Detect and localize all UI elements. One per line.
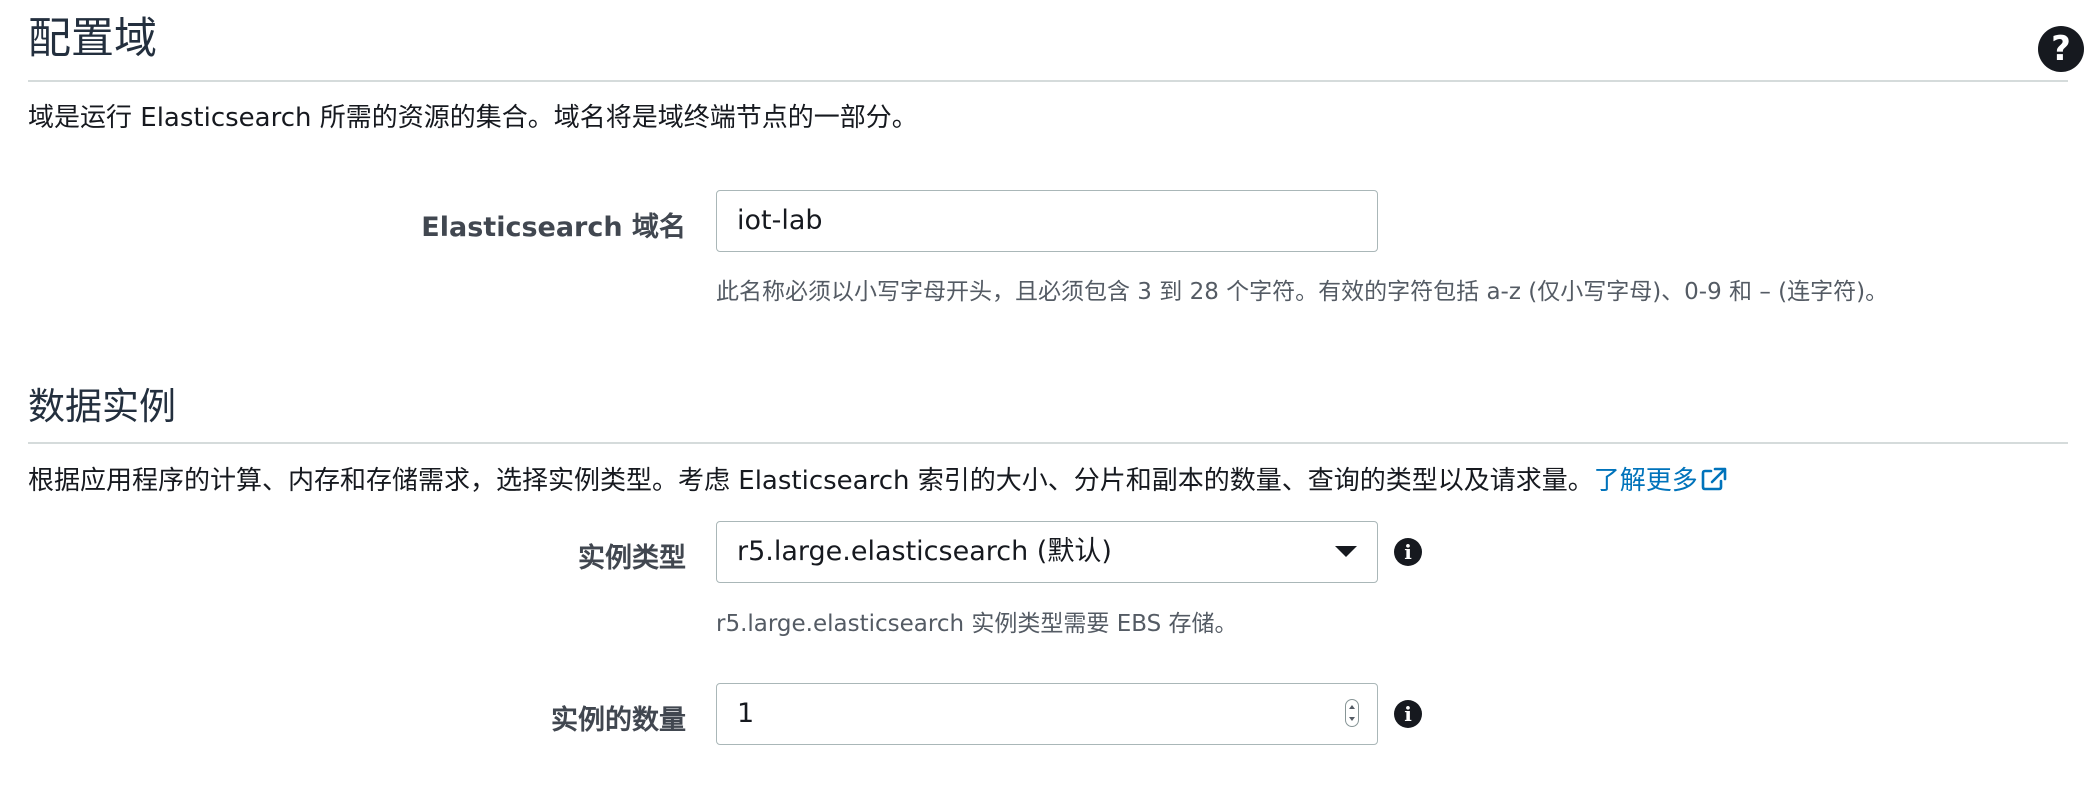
info-icon[interactable]: i bbox=[1394, 538, 1422, 566]
instance-type-select[interactable]: r5.large.elasticsearch (默认) bbox=[716, 521, 1378, 583]
domain-name-hint: 此名称必须以小写字母开头，且必须包含 3 到 28 个字符。有效的字符包括 a-… bbox=[716, 279, 1889, 305]
domain-name-input[interactable]: iot-lab bbox=[716, 190, 1378, 252]
caret-down-icon bbox=[1335, 546, 1357, 557]
help-icon[interactable]: ? bbox=[2038, 26, 2084, 72]
instance-type-label: 实例类型 bbox=[578, 543, 686, 574]
data-instances-title: 数据实例 bbox=[28, 385, 176, 428]
configure-domain-description: 域是运行 Elasticsearch 所需的资源的集合。域名将是域终端节点的一部… bbox=[28, 103, 918, 133]
number-stepper-icon[interactable] bbox=[1345, 699, 1359, 727]
instance-type-value: r5.large.elasticsearch (默认) bbox=[737, 536, 1112, 567]
configure-domain-title: 配置域 bbox=[28, 14, 157, 64]
instance-type-hint: r5.large.elasticsearch 实例类型需要 EBS 存储。 bbox=[716, 611, 1238, 637]
data-instances-header: 数据实例 bbox=[28, 388, 2068, 444]
instance-count-label: 实例的数量 bbox=[551, 705, 686, 736]
external-link-icon bbox=[1701, 467, 1727, 491]
learn-more-label: 了解更多 bbox=[1593, 466, 1698, 496]
domain-name-label: Elasticsearch 域名 bbox=[421, 212, 686, 243]
data-instances-description-text: 根据应用程序的计算、内存和存储需求，选择实例类型。考虑 Elasticsearc… bbox=[28, 466, 1594, 496]
info-icon[interactable]: i bbox=[1394, 700, 1422, 728]
instance-count-input[interactable]: 1 bbox=[716, 683, 1378, 745]
learn-more-link[interactable]: 了解更多 bbox=[1594, 466, 1728, 496]
configure-domain-header: 配置域 bbox=[28, 18, 2068, 82]
domain-name-value: iot-lab bbox=[737, 205, 823, 236]
data-instances-description: 根据应用程序的计算、内存和存储需求，选择实例类型。考虑 Elasticsearc… bbox=[28, 460, 1728, 497]
instance-count-value: 1 bbox=[737, 698, 755, 729]
